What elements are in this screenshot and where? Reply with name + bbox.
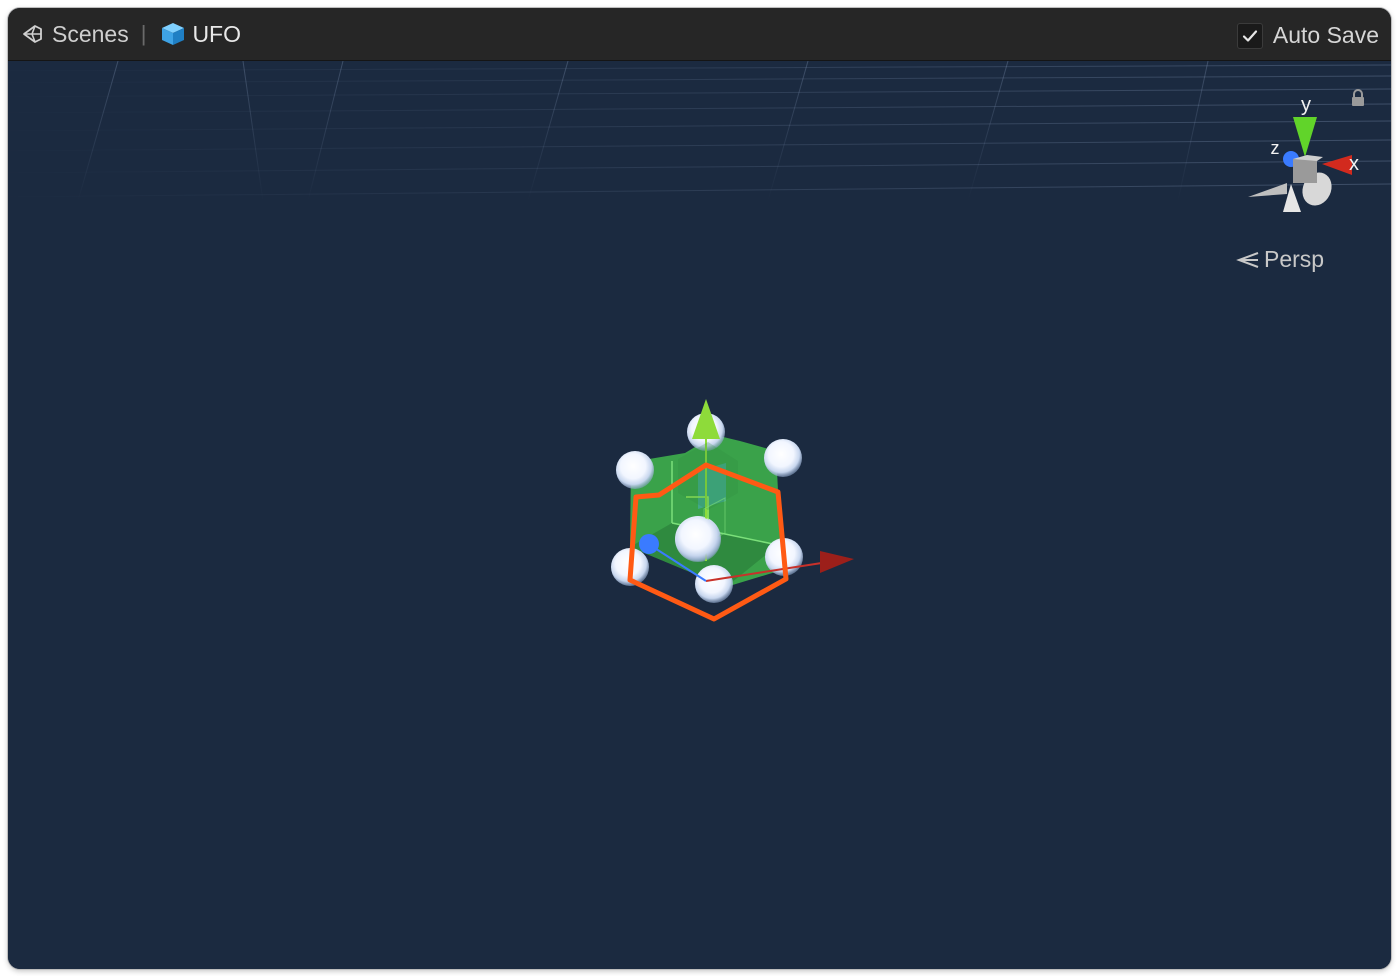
breadcrumb-scenes[interactable]: Scenes: [20, 21, 129, 48]
projection-label: Persp: [1264, 246, 1325, 272]
gizmo-x-cone[interactable]: [1322, 155, 1352, 175]
auto-save-label: Auto Save: [1272, 22, 1379, 48]
orientation-gizmo[interactable]: x y z: [1213, 77, 1363, 227]
scene-window: Scenes | UFO Auto Save x y z Persp: [8, 8, 1391, 969]
breadcrumb-prefab-label: UFO: [192, 20, 241, 47]
scene-viewport[interactable]: x y z Persp: [8, 61, 1391, 969]
gizmo-y-cone[interactable]: [1293, 117, 1317, 157]
x-axis-arrow[interactable]: [820, 551, 854, 573]
breadcrumb-prefab[interactable]: UFO: [160, 21, 241, 48]
checkmark-icon: [1242, 29, 1257, 42]
breadcrumb-scenes-label: Scenes: [52, 20, 129, 47]
prefab-cube-icon: [160, 21, 186, 47]
gizmo-z-label: z: [1271, 138, 1280, 158]
ufo-object[interactable]: [588, 331, 868, 631]
scene-toolbar: Scenes | UFO Auto Save: [8, 8, 1391, 61]
unity-logo-icon: [20, 21, 46, 47]
breadcrumb: Scenes | UFO: [8, 8, 241, 60]
lock-icon[interactable]: [1351, 89, 1365, 112]
z-axis-knob[interactable]: [639, 534, 659, 554]
perspective-icon: [1236, 250, 1260, 270]
gizmo-x-label: x: [1349, 153, 1359, 175]
gizmo-y-label: y: [1301, 94, 1311, 116]
auto-save-toggle[interactable]: Auto Save: [1236, 22, 1379, 49]
breadcrumb-separator: |: [140, 21, 147, 46]
auto-save-checkbox[interactable]: [1236, 22, 1263, 49]
projection-toggle[interactable]: Persp: [1236, 246, 1324, 273]
